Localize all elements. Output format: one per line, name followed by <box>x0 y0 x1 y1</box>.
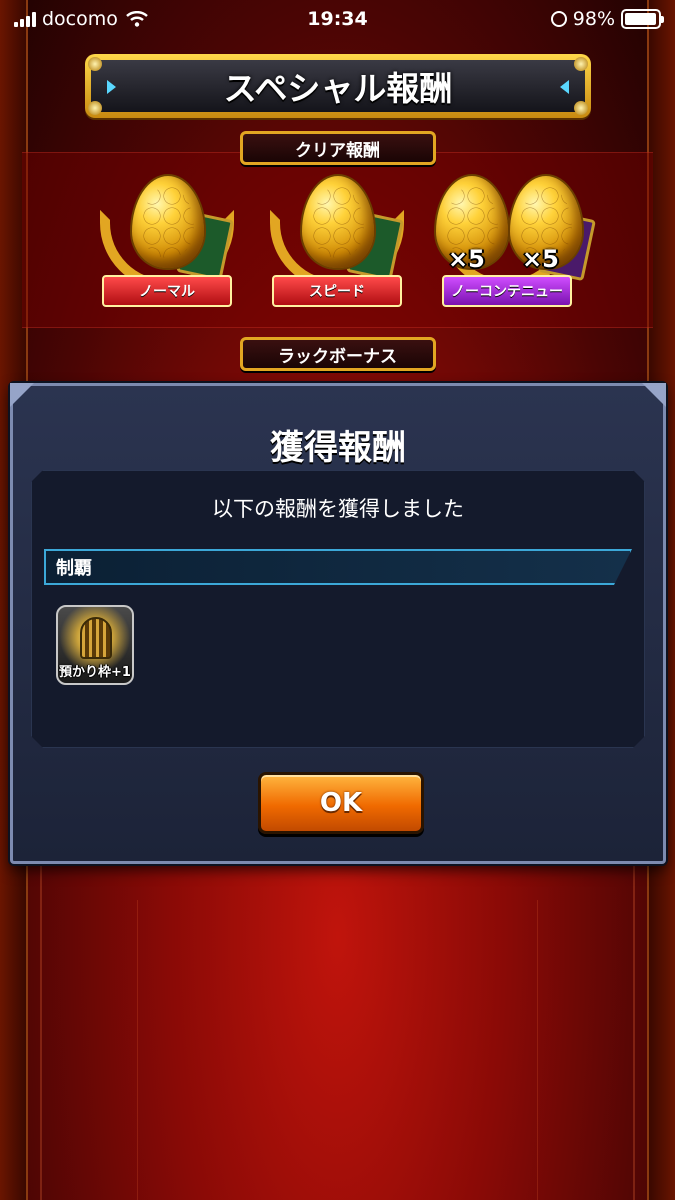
reward-normal: ノーマル <box>92 170 242 330</box>
reward-item[interactable]: 預かり枠+1 <box>56 605 134 685</box>
reward-dialog: 獲得報酬 以下の報酬を獲得しました 制覇 預かり枠+1 OK <box>10 383 666 864</box>
rotation-lock-icon <box>550 11 567 27</box>
background-panel-lines <box>40 860 635 1200</box>
golden-egg-icon <box>300 174 376 270</box>
banner-arrow-right-icon <box>560 80 569 94</box>
golden-egg-icon <box>130 174 206 270</box>
dialog-content: 以下の報酬を獲得しました 制覇 預かり枠+1 <box>31 470 645 748</box>
battery-icon <box>621 9 664 29</box>
reward-category-label: 制覇 <box>56 558 92 579</box>
carrier-label: docomo <box>42 8 118 30</box>
banner-bolt-icon <box>88 57 102 71</box>
dialog-message: 以下の報酬を獲得しました <box>212 497 464 521</box>
reward-item-label: 預かり枠+1 <box>59 665 131 680</box>
title-banner: スペシャル報酬 <box>85 54 591 118</box>
banner-bolt-icon <box>574 57 588 71</box>
luck-bonus-tag: ラックボーナス <box>239 337 436 371</box>
egg-multiplier: ×5 <box>522 245 559 273</box>
reward-ribbon: ノーマル <box>102 275 232 307</box>
reward-speed: スピード <box>262 170 412 330</box>
banner-bolt-icon <box>574 101 588 115</box>
clear-reward-tag: クリア報酬 <box>239 131 436 165</box>
banner-arrow-left-icon <box>107 80 116 94</box>
page-title: スペシャル報酬 <box>91 60 585 112</box>
banner-bolt-icon <box>88 101 102 115</box>
dialog-title: 獲得報酬 <box>270 428 406 468</box>
battery-percent: 98% <box>572 8 615 30</box>
cage-icon <box>80 617 112 659</box>
wifi-icon <box>126 11 148 27</box>
ok-button[interactable]: OK <box>258 772 424 834</box>
reward-no-continue: ×5 ×5 ノーコンテニュー <box>432 170 596 330</box>
egg-multiplier: ×5 <box>448 245 485 273</box>
reward-ribbon: ノーコンテニュー <box>442 275 572 307</box>
battery-level-fill <box>625 13 657 25</box>
clock: 19:34 <box>307 8 368 30</box>
status-bar: docomo 19:34 98% <box>0 0 675 38</box>
signal-icon <box>14 11 36 27</box>
reward-category-bar: 制覇 <box>44 549 632 585</box>
reward-ribbon: スピード <box>272 275 402 307</box>
